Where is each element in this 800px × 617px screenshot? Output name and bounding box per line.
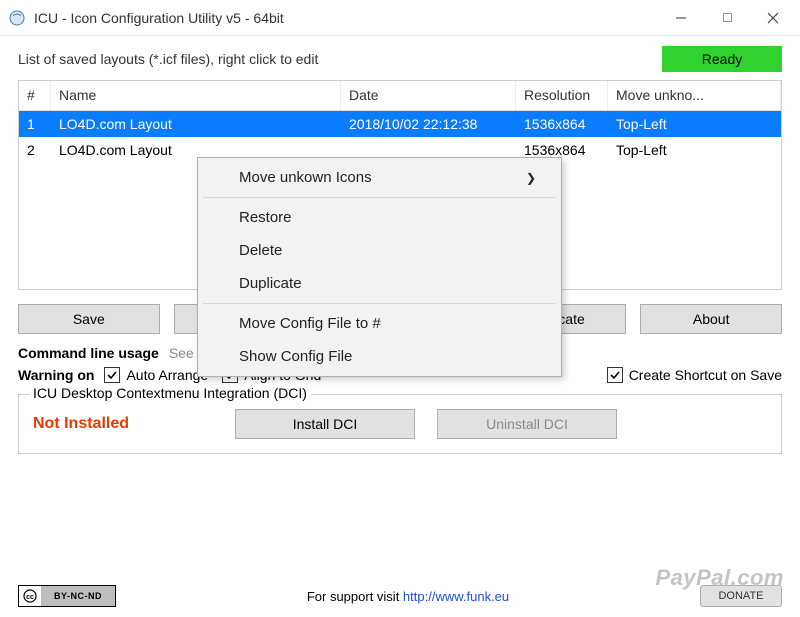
create-shortcut-checkbox[interactable] (607, 367, 623, 383)
support-link[interactable]: http://www.funk.eu (403, 589, 509, 604)
close-button[interactable] (750, 3, 796, 33)
dci-legend: ICU Desktop Contextmenu Integration (DCI… (29, 385, 311, 401)
cmdline-label: Command line usage (18, 345, 159, 361)
list-header: # Name Date Resolution Move unkno... (19, 81, 781, 111)
footer: cc BY-NC-ND For support visit http://www… (18, 579, 782, 611)
save-button[interactable]: Save (18, 304, 160, 334)
install-dci-button[interactable]: Install DCI (235, 409, 415, 439)
window-title: ICU - Icon Configuration Utility v5 - 64… (34, 10, 658, 26)
header-move[interactable]: Move unkno... (608, 81, 781, 110)
header-resolution[interactable]: Resolution (516, 81, 608, 110)
ctx-move-config[interactable]: Move Config File to # (201, 307, 558, 340)
header-index[interactable]: # (19, 81, 51, 110)
ctx-duplicate[interactable]: Duplicate (201, 267, 558, 300)
support-text: For support visit http://www.funk.eu (116, 589, 700, 604)
auto-arrange-label: Auto Arrange (126, 367, 208, 383)
status-badge: Ready (662, 46, 782, 72)
minimize-button[interactable] (658, 3, 704, 33)
dci-status: Not Installed (33, 415, 129, 432)
auto-arrange-checkbox[interactable] (104, 367, 120, 383)
ctx-show-config[interactable]: Show Config File (201, 340, 558, 373)
ctx-move-unknown-icons[interactable]: Move unkown Icons ❯ (201, 161, 558, 194)
list-label: List of saved layouts (*.icf files), rig… (18, 51, 662, 67)
warning-label: Warning on (18, 367, 94, 383)
dci-group: ICU Desktop Contextmenu Integration (DCI… (18, 394, 782, 454)
ctx-delete[interactable]: Delete (201, 234, 558, 267)
uninstall-dci-button: Uninstall DCI (437, 409, 617, 439)
list-row[interactable]: 1 LO4D.com Layout 2018/10/02 22:12:38 15… (19, 111, 781, 137)
cc-icon: cc (19, 586, 41, 606)
create-shortcut-label: Create Shortcut on Save (629, 367, 782, 383)
chevron-right-icon: ❯ (526, 171, 536, 185)
ctx-restore[interactable]: Restore (201, 201, 558, 234)
cc-text: BY-NC-ND (41, 586, 115, 606)
ctx-separator (203, 303, 556, 304)
window-controls (658, 3, 796, 33)
app-icon (8, 9, 26, 27)
context-menu[interactable]: Move unkown Icons ❯ Restore Delete Dupli… (197, 157, 562, 377)
donate-button[interactable]: DONATE (700, 585, 782, 607)
maximize-button[interactable] (704, 3, 750, 33)
cc-license-badge[interactable]: cc BY-NC-ND (18, 585, 116, 607)
about-button[interactable]: About (640, 304, 782, 334)
header-name[interactable]: Name (51, 81, 341, 110)
svg-text:cc: cc (26, 594, 34, 601)
titlebar: ICU - Icon Configuration Utility v5 - 64… (0, 0, 800, 36)
header-date[interactable]: Date (341, 81, 516, 110)
ctx-separator (203, 197, 556, 198)
